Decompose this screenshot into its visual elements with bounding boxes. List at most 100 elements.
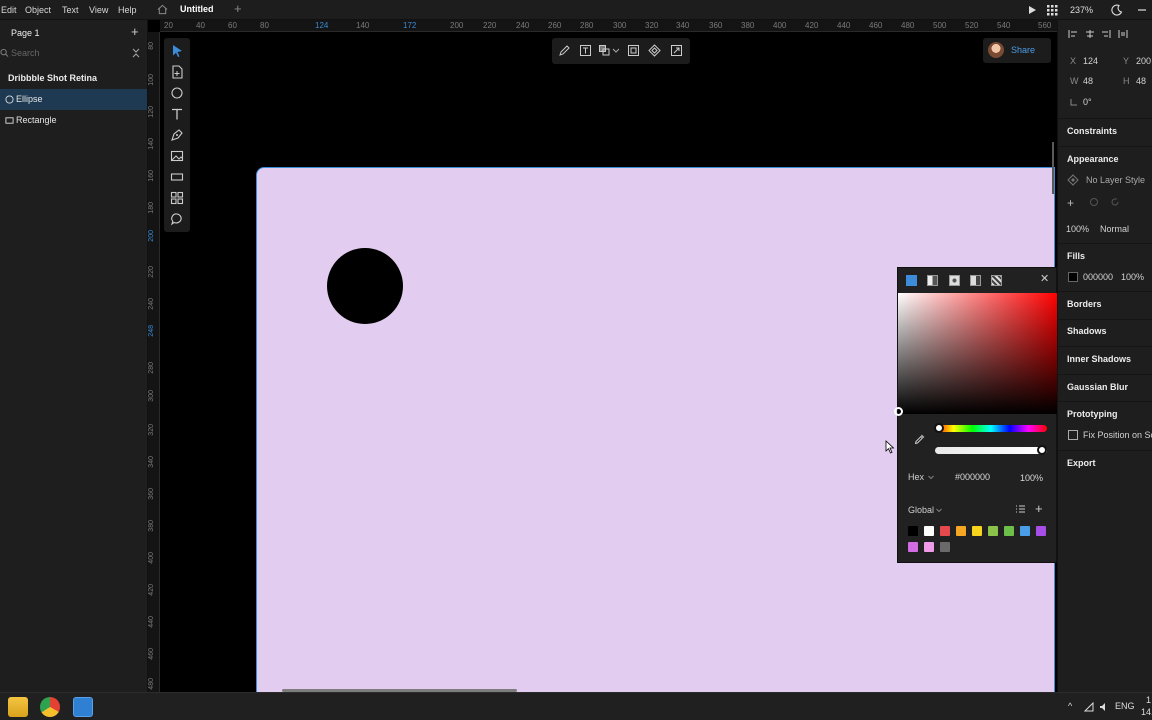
linear-gradient-tab[interactable] [927,275,938,286]
color-swatch[interactable] [956,526,966,536]
mask-icon[interactable] [627,44,640,57]
blend-mode-select[interactable]: Normal [1100,224,1129,234]
palette-select[interactable]: Global [908,505,934,515]
slice-tool-icon[interactable] [170,170,184,184]
layer-row-ellipse[interactable]: Ellipse [0,89,147,110]
align-left-icon[interactable] [1068,29,1078,39]
chevron-down-icon[interactable] [612,44,620,57]
chrome-icon[interactable] [40,697,60,717]
layer-row-rectangle[interactable]: Rectangle [0,110,147,131]
language-indicator[interactable]: ENG [1115,701,1135,711]
constraints-section[interactable]: Constraints [1067,126,1117,136]
radial-gradient-tab[interactable] [949,275,960,286]
pen-tool-icon[interactable] [170,128,184,142]
grid-icon[interactable] [1046,4,1058,16]
color-swatch[interactable] [940,526,950,536]
color-swatch[interactable] [908,542,918,552]
layer-style-icon[interactable] [1067,174,1079,186]
layer-style-select[interactable]: No Layer Style [1086,175,1145,185]
distribute-icon[interactable] [1118,29,1128,39]
search-input[interactable]: Search [11,48,40,58]
moon-icon[interactable] [1111,4,1123,16]
refresh-icon[interactable] [1110,197,1120,207]
color-handle[interactable] [894,407,903,416]
fill-hex-input[interactable]: 000000 [1083,272,1113,282]
detach-icon[interactable] [1089,197,1099,207]
image-tool-icon[interactable] [170,149,184,163]
design-app-icon[interactable] [73,697,93,717]
menu-help[interactable]: Help [118,5,137,15]
pattern-fill-tab[interactable] [991,275,1002,286]
ellipse-tool-icon[interactable] [170,86,184,100]
appearance-section[interactable]: Appearance [1067,154,1119,164]
ellipse-shape[interactable] [327,248,403,324]
clock-time[interactable]: 1 [1146,695,1151,705]
clock-date[interactable]: 14. [1141,707,1152,717]
prototyping-section[interactable]: Prototyping [1067,409,1118,419]
symbol-icon[interactable] [648,44,661,57]
saturation-value-area[interactable] [898,293,1058,414]
volume-icon[interactable] [1099,702,1109,712]
text-box-icon[interactable] [579,44,592,57]
hex-input[interactable]: #000000 [955,472,990,482]
width-input[interactable]: 48 [1083,76,1093,86]
color-swatch[interactable] [940,542,950,552]
comment-icon[interactable] [170,212,184,226]
new-tab-button[interactable]: + [234,1,242,16]
align-right-icon[interactable] [1101,29,1111,39]
color-swatch[interactable] [1036,526,1046,536]
share-button[interactable]: Share [1011,45,1035,55]
color-swatch[interactable] [1020,526,1030,536]
shadows-section[interactable]: Shadows [1067,326,1107,336]
opacity-knob[interactable] [1037,445,1047,455]
add-swatch-button[interactable]: + [1035,501,1043,516]
layer-search[interactable]: Search [0,47,146,61]
zoom-level[interactable]: 237% [1070,5,1093,15]
fix-position-checkbox[interactable] [1068,430,1078,440]
boolean-icon[interactable] [598,44,611,57]
network-icon[interactable] [1084,702,1094,712]
color-swatch[interactable] [972,526,982,536]
color-swatch[interactable] [988,526,998,536]
tab-untitled[interactable]: Untitled [180,4,214,14]
angular-gradient-tab[interactable] [970,275,981,286]
add-style-button[interactable]: + [1067,196,1074,210]
color-swatch[interactable] [924,542,934,552]
menu-view[interactable]: View [89,5,108,15]
color-swatch[interactable] [908,526,918,536]
text-tool-icon[interactable] [170,107,184,121]
minimize-icon[interactable] [1136,4,1148,16]
align-center-icon[interactable] [1085,29,1095,39]
select-arrow-icon[interactable] [170,44,184,58]
page-selector[interactable]: Page 1 [11,28,40,38]
height-input[interactable]: 48 [1136,76,1146,86]
file-explorer-icon[interactable] [8,697,28,717]
play-icon[interactable] [1026,4,1038,16]
export-section[interactable]: Export [1067,458,1096,468]
gaussian-blur-section[interactable]: Gaussian Blur [1067,382,1128,392]
artboard-tool-icon[interactable] [170,65,184,79]
home-icon[interactable] [157,4,168,15]
hue-slider[interactable] [935,425,1047,432]
layer-group-artboard[interactable]: Dribbble Shot Retina [8,73,97,83]
inner-shadows-section[interactable]: Inner Shadows [1067,354,1131,364]
chevron-up-icon[interactable]: ^ [1068,701,1072,711]
menu-text[interactable]: Text [62,5,79,15]
fills-section[interactable]: Fills [1067,251,1085,261]
opacity-input[interactable]: 100% [1020,473,1043,483]
color-swatch[interactable] [1004,526,1014,536]
rotation-input[interactable]: 0° [1083,97,1092,107]
collapse-all-icon[interactable] [131,48,141,58]
solid-fill-tab[interactable] [906,275,917,286]
list-view-icon[interactable] [1015,504,1026,514]
y-input[interactable]: 200 [1136,56,1151,66]
eyedropper-icon[interactable] [914,433,926,445]
fill-opacity-input[interactable]: 100% [1121,272,1144,282]
vertical-scrollbar[interactable] [1052,142,1054,194]
borders-section[interactable]: Borders [1067,299,1102,309]
components-icon[interactable] [170,191,184,205]
x-input[interactable]: 124 [1083,56,1098,66]
opacity-slider[interactable] [935,447,1047,454]
resize-icon[interactable] [670,44,683,57]
menu-edit[interactable]: Edit [1,5,17,15]
